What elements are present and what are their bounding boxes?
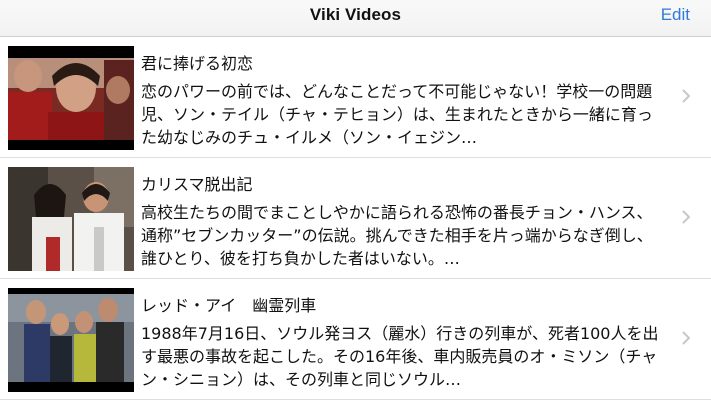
video-title: 君に捧げる初恋 [141,54,254,73]
video-thumbnail-3 [8,288,134,392]
navigation-bar: Viki Videos Edit [0,0,711,37]
chevron-right-icon [682,210,690,224]
page-title: Viki Videos [309,5,402,24]
chevron-right-icon [682,331,690,345]
edit-button[interactable]: Edit [661,5,690,25]
video-row-3[interactable]: レッド・アイ 幽霊列車 1988年7月16日、ソウル発ヨス（麗水）行きの列車が、… [0,279,711,400]
video-title: レッド・アイ 幽霊列車 [141,296,317,315]
video-description: 高校生たちの間でまことしやかに語られる恐怖の番長チョン・ハンス、通称”セブンカッ… [141,203,653,268]
video-description: 1988年7月16日、ソウル発ヨス（麗水）行きの列車が、死者100人を出す最悪の… [141,324,659,389]
video-row-2[interactable]: カリスマ脱出記 高校生たちの間でまことしやかに語られる恐怖の番長チョン・ハンス、… [0,158,711,279]
video-list: 君に捧げる初恋 恋のパワーの前では、どんなことだって不可能じゃない！学校一の問題… [0,37,711,400]
video-thumbnail-2 [8,167,134,271]
video-row-1[interactable]: 君に捧げる初恋 恋のパワーの前では、どんなことだって不可能じゃない！学校一の問題… [0,37,711,158]
video-title: カリスマ脱出記 [141,175,253,194]
chevron-right-icon [682,89,690,103]
video-description: 恋のパワーの前では、どんなことだって不可能じゃない！学校一の問題児、ソン・テイル… [141,82,653,147]
video-thumbnail-1 [8,46,134,150]
